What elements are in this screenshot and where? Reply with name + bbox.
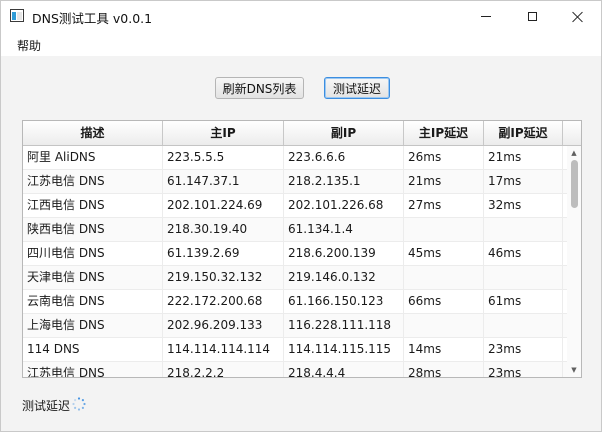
cell-primary-ip: 219.150.32.132	[163, 266, 284, 289]
column-header-secondary-latency[interactable]: 副IP延迟	[484, 121, 563, 145]
column-header-description[interactable]: 描述	[23, 121, 163, 145]
cell-description: 江苏电信 DNS	[23, 362, 163, 377]
cell-secondary-ip: 61.134.1.4	[284, 218, 404, 241]
cell-description: 江苏电信 DNS	[23, 170, 163, 193]
cell-secondary-latency: 32ms	[484, 194, 563, 217]
menu-item-help[interactable]: 帮助	[12, 37, 46, 54]
window-title: DNS测试工具 v0.0.1	[32, 11, 153, 26]
column-header-filler	[563, 121, 581, 145]
menu-bar: 帮助	[1, 32, 601, 56]
close-icon	[572, 11, 584, 23]
cell-primary-latency	[404, 218, 484, 241]
cell-secondary-ip: 218.6.200.139	[284, 242, 404, 265]
table-row[interactable]: 阿里 AliDNS 223.5.5.5 223.6.6.6 26ms 21ms	[23, 146, 568, 170]
cell-secondary-latency	[484, 266, 563, 289]
cell-primary-latency	[404, 314, 484, 337]
cell-secondary-ip: 114.114.115.115	[284, 338, 404, 361]
close-button[interactable]	[555, 1, 601, 32]
column-header-secondary-ip[interactable]: 副IP	[284, 121, 404, 145]
cell-primary-latency: 21ms	[404, 170, 484, 193]
table-row[interactable]: 江苏电信 DNS 61.147.37.1 218.2.135.1 21ms 17…	[23, 170, 568, 194]
cell-primary-latency: 26ms	[404, 146, 484, 169]
cell-primary-latency: 66ms	[404, 290, 484, 313]
cell-secondary-ip: 61.166.150.123	[284, 290, 404, 313]
cell-description: 上海电信 DNS	[23, 314, 163, 337]
cell-primary-ip: 202.101.224.69	[163, 194, 284, 217]
table-row[interactable]: 114 DNS 114.114.114.114 114.114.115.115 …	[23, 338, 568, 362]
cell-secondary-ip: 223.6.6.6	[284, 146, 404, 169]
minimize-icon	[481, 16, 491, 17]
cell-secondary-latency: 23ms	[484, 338, 563, 361]
cell-description: 阿里 AliDNS	[23, 146, 163, 169]
cell-primary-latency: 28ms	[404, 362, 484, 377]
cell-primary-latency: 14ms	[404, 338, 484, 361]
table-row[interactable]: 四川电信 DNS 61.139.2.69 218.6.200.139 45ms …	[23, 242, 568, 266]
refresh-dns-list-button[interactable]: 刷新DNS列表	[215, 77, 304, 99]
test-latency-button[interactable]: 测试延迟	[324, 77, 390, 99]
vertical-scrollbar[interactable]: ▲ ▼	[567, 146, 581, 377]
cell-primary-ip: 202.96.209.133	[163, 314, 284, 337]
minimize-button[interactable]	[463, 1, 509, 32]
cell-secondary-latency: 61ms	[484, 290, 563, 313]
table-row[interactable]: 江苏电信 DNS 218.2.2.2 218.4.4.4 28ms 23ms	[23, 362, 568, 377]
cell-primary-latency	[404, 266, 484, 289]
cell-description: 云南电信 DNS	[23, 290, 163, 313]
scrollbar-thumb[interactable]	[571, 160, 578, 208]
cell-secondary-ip: 219.146.0.132	[284, 266, 404, 289]
dns-table[interactable]: 描述 主IP 副IP 主IP延迟 副IP延迟 阿里 AliDNS 223.5.5…	[22, 120, 582, 378]
column-header-primary-ip[interactable]: 主IP	[163, 121, 284, 145]
cell-secondary-ip: 218.2.135.1	[284, 170, 404, 193]
cell-description: 四川电信 DNS	[23, 242, 163, 265]
scroll-up-arrow-icon[interactable]: ▲	[567, 146, 581, 160]
cell-primary-ip: 218.2.2.2	[163, 362, 284, 377]
cell-secondary-latency	[484, 218, 563, 241]
table-row[interactable]: 云南电信 DNS 222.172.200.68 61.166.150.123 6…	[23, 290, 568, 314]
scroll-down-arrow-icon[interactable]: ▼	[567, 363, 581, 377]
maximize-button[interactable]	[509, 1, 555, 32]
cell-description: 江西电信 DNS	[23, 194, 163, 217]
cell-primary-ip: 223.5.5.5	[163, 146, 284, 169]
cell-primary-ip: 61.147.37.1	[163, 170, 284, 193]
title-bar[interactable]: DNS测试工具 v0.0.1	[1, 1, 601, 32]
app-icon	[10, 9, 24, 22]
cell-secondary-ip: 116.228.111.118	[284, 314, 404, 337]
cell-secondary-ip: 218.4.4.4	[284, 362, 404, 377]
column-header-primary-latency[interactable]: 主IP延迟	[404, 121, 484, 145]
cell-primary-ip: 61.139.2.69	[163, 242, 284, 265]
cell-primary-ip: 114.114.114.114	[163, 338, 284, 361]
cell-secondary-ip: 202.101.226.68	[284, 194, 404, 217]
table-row[interactable]: 江西电信 DNS 202.101.224.69 202.101.226.68 2…	[23, 194, 568, 218]
app-window: DNS测试工具 v0.0.1 帮助 刷新DNS列表 测试延迟 描述 主IP 副I…	[0, 0, 602, 432]
loading-spinner-icon	[72, 397, 86, 411]
cell-secondary-latency	[484, 314, 563, 337]
cell-secondary-latency: 23ms	[484, 362, 563, 377]
table-row[interactable]: 陕西电信 DNS 218.30.19.40 61.134.1.4	[23, 218, 568, 242]
cell-description: 陕西电信 DNS	[23, 218, 163, 241]
cell-description: 天津电信 DNS	[23, 266, 163, 289]
table-row[interactable]: 天津电信 DNS 219.150.32.132 219.146.0.132	[23, 266, 568, 290]
table-row[interactable]: 上海电信 DNS 202.96.209.133 116.228.111.118	[23, 314, 568, 338]
cell-primary-latency: 27ms	[404, 194, 484, 217]
table-body: 阿里 AliDNS 223.5.5.5 223.6.6.6 26ms 21ms …	[23, 146, 568, 377]
cell-secondary-latency: 21ms	[484, 146, 563, 169]
status-text: 测试延迟	[22, 399, 71, 413]
maximize-icon	[527, 12, 537, 21]
cell-description: 114 DNS	[23, 338, 163, 361]
cell-primary-latency: 45ms	[404, 242, 484, 265]
table-header: 描述 主IP 副IP 主IP延迟 副IP延迟	[23, 121, 581, 146]
cell-primary-ip: 218.30.19.40	[163, 218, 284, 241]
cell-secondary-latency: 46ms	[484, 242, 563, 265]
cell-primary-ip: 222.172.200.68	[163, 290, 284, 313]
cell-secondary-latency: 17ms	[484, 170, 563, 193]
